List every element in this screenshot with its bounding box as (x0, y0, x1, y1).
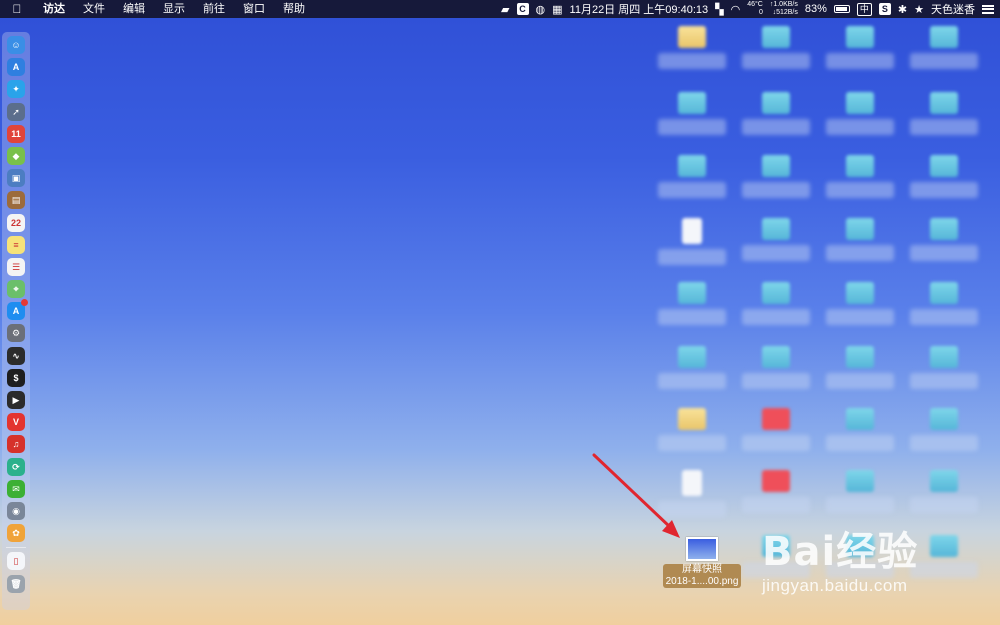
watermark-brand: Bai经验 (762, 529, 919, 575)
baidu-watermark: Bai经验 jingyan.baidu.com (762, 532, 918, 596)
watermark-url: jingyan.baidu.com (762, 576, 908, 595)
